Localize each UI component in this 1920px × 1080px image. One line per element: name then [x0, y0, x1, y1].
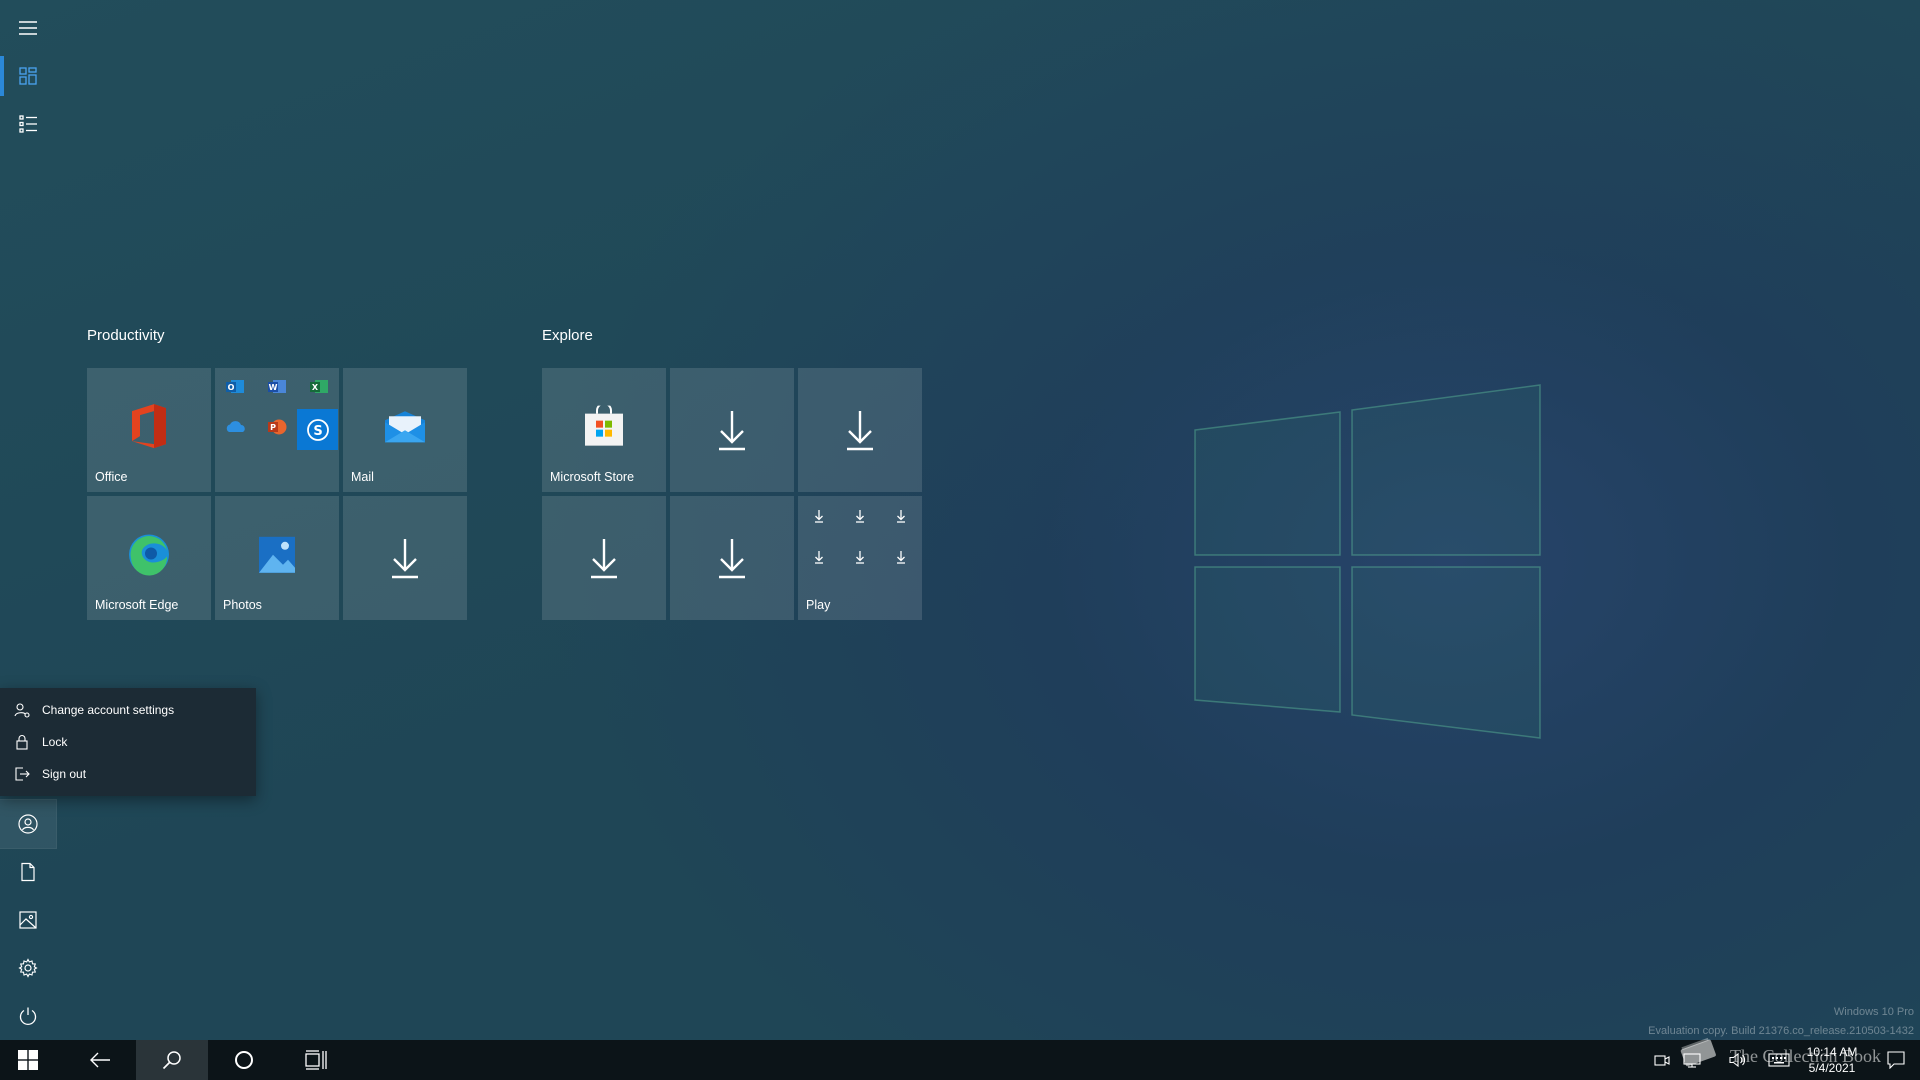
powerpoint-icon: P — [268, 419, 287, 435]
task-view-icon — [305, 1050, 327, 1070]
power-icon — [19, 1007, 37, 1025]
download-icon — [591, 539, 617, 579]
user-avatar-icon — [18, 814, 38, 834]
list-icon — [19, 115, 37, 133]
search-icon — [162, 1051, 181, 1070]
excel-icon: X — [310, 380, 328, 393]
tile-label: Play — [806, 598, 831, 612]
notification-icon — [1887, 1051, 1905, 1069]
task-view-button[interactable] — [280, 1040, 352, 1080]
book-watermark-icon — [1680, 1037, 1716, 1067]
photos-icon — [259, 536, 295, 573]
edge-icon — [129, 534, 169, 576]
onedrive-icon — [226, 421, 245, 432]
tile-play-folder[interactable]: Play — [798, 496, 922, 620]
user-settings-icon — [14, 703, 30, 718]
action-center-button[interactable] — [1876, 1040, 1916, 1080]
back-arrow-icon — [90, 1052, 110, 1068]
download-icon — [847, 411, 873, 451]
group-title-explore: Explore — [542, 327, 593, 344]
search-button[interactable] — [136, 1040, 208, 1080]
lock-item[interactable]: Lock — [0, 726, 256, 758]
tiles-grid-icon — [19, 67, 37, 85]
skype-icon: S — [306, 418, 329, 441]
svg-text:S: S — [313, 424, 322, 439]
expand-menu-button[interactable] — [0, 4, 56, 52]
mail-icon — [385, 411, 425, 443]
all-apps-button[interactable] — [0, 100, 56, 148]
group-title-productivity: Productivity — [87, 327, 165, 344]
picture-icon — [19, 911, 37, 929]
pictures-button[interactable] — [0, 896, 56, 944]
sign-out-icon — [15, 767, 30, 781]
cortana-button[interactable] — [208, 1040, 280, 1080]
word-icon: W — [268, 380, 286, 393]
sign-out-item[interactable]: Sign out — [0, 758, 256, 790]
play-folder-icon — [815, 510, 905, 564]
download-icon — [719, 539, 745, 579]
tile-pending-download[interactable] — [343, 496, 467, 620]
tile-office-apps-folder[interactable]: O W X P S — [215, 368, 339, 492]
taskbar: 10:14 AM 5/4/2021 — [0, 1040, 1920, 1080]
tile-label: Mail — [351, 470, 374, 484]
power-button[interactable] — [0, 992, 56, 1040]
store-icon — [585, 405, 623, 446]
windows-icon — [18, 1050, 38, 1070]
tile-label: Office — [95, 470, 128, 484]
svg-text:O: O — [228, 383, 235, 392]
cortana-icon — [235, 1051, 253, 1069]
change-account-settings-item[interactable]: Change account settings — [0, 694, 256, 726]
svg-text:W: W — [269, 383, 278, 392]
settings-button[interactable] — [0, 944, 56, 992]
tile-photos[interactable]: Photos — [215, 496, 339, 620]
tray-meet-now[interactable] — [1650, 1040, 1674, 1080]
tile-label: Photos — [223, 598, 262, 612]
edition-watermark: Windows 10 Pro — [1833, 1006, 1914, 1018]
start-button[interactable] — [0, 1040, 56, 1080]
skype-tile[interactable]: S — [297, 409, 338, 450]
tile-pending-download[interactable] — [670, 496, 794, 620]
user-account-button[interactable] — [0, 799, 57, 849]
start-left-rail — [0, 0, 57, 1040]
hamburger-icon — [19, 21, 37, 35]
meet-now-icon — [1654, 1055, 1670, 1066]
tile-pending-download[interactable] — [798, 368, 922, 492]
back-button[interactable] — [64, 1040, 136, 1080]
lock-icon — [16, 735, 28, 750]
documents-button[interactable] — [0, 848, 56, 896]
svg-text:X: X — [312, 383, 319, 392]
overlay-watermark-text: The Collection Book — [1730, 1046, 1881, 1066]
download-icon — [719, 411, 745, 451]
tile-mail[interactable]: Mail — [343, 368, 467, 492]
tile-label: Microsoft Edge — [95, 598, 179, 612]
download-icon — [392, 539, 418, 579]
tile-microsoft-edge[interactable]: Microsoft Edge — [87, 496, 211, 620]
account-flyout-menu: Change account settings Lock Sign out — [0, 688, 256, 796]
svg-text:P: P — [270, 423, 276, 432]
menu-item-label: Sign out — [42, 767, 87, 781]
menu-item-label: Lock — [42, 735, 68, 749]
tile-microsoft-store[interactable]: Microsoft Store — [542, 368, 666, 492]
document-icon — [21, 862, 35, 882]
outlook-icon: O — [226, 380, 244, 393]
tile-pending-download[interactable] — [670, 368, 794, 492]
gear-icon — [18, 958, 38, 978]
menu-item-label: Change account settings — [42, 703, 175, 717]
pinned-tiles-button[interactable] — [0, 52, 56, 100]
office-icon — [132, 404, 166, 449]
tile-pending-download[interactable] — [542, 496, 666, 620]
windows-wallpaper-logo — [1194, 384, 1541, 739]
tile-office[interactable]: Office — [87, 368, 211, 492]
tile-label: Microsoft Store — [550, 470, 635, 484]
